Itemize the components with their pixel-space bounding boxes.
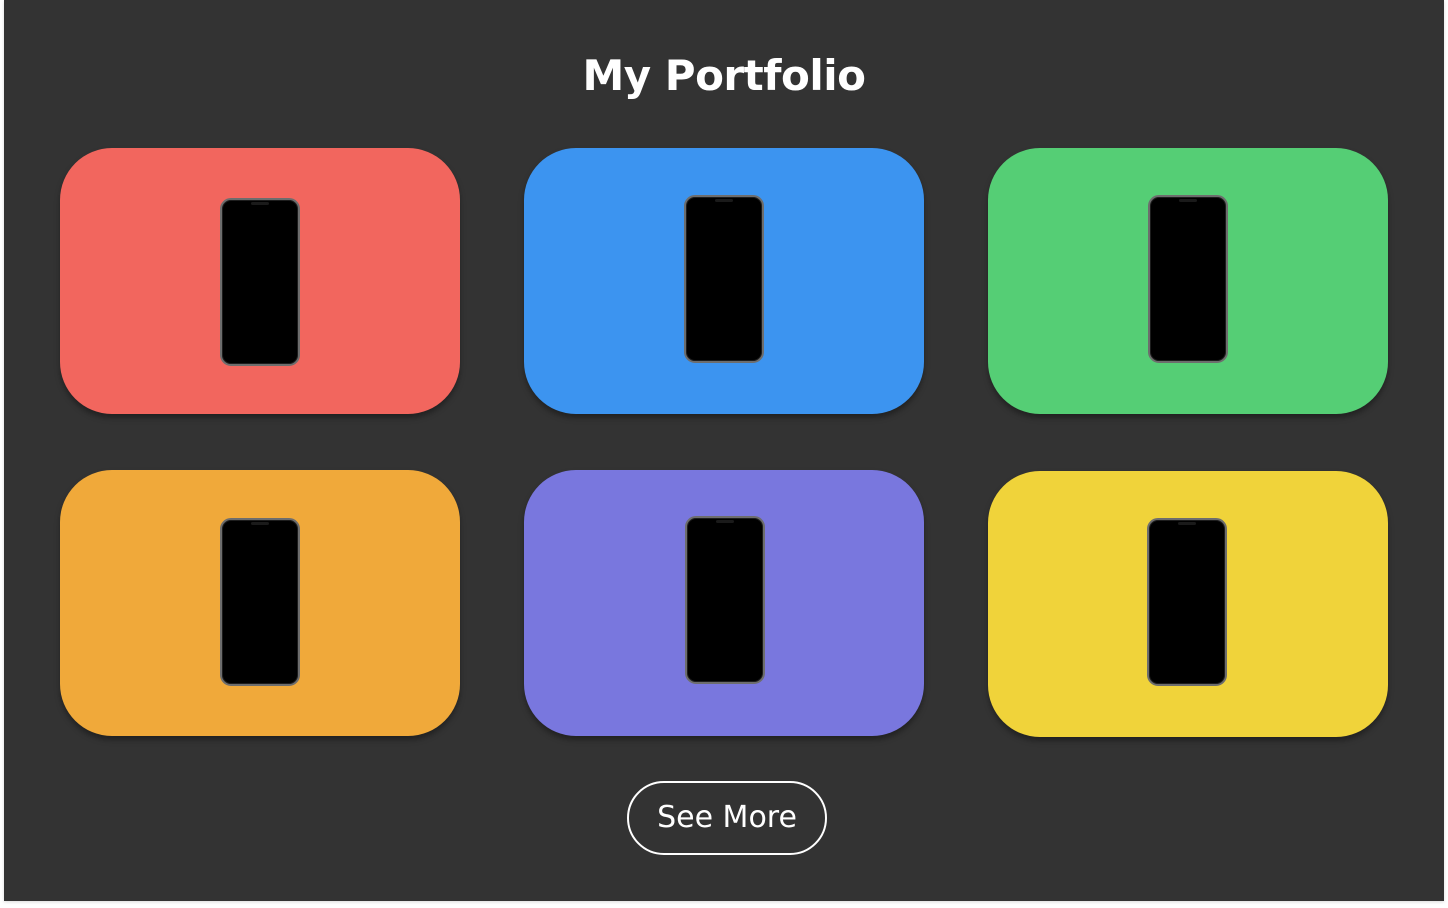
portfolio-section: My Portfolio See More	[4, 0, 1444, 901]
smartphone-icon	[1148, 195, 1228, 363]
smartphone-icon	[685, 516, 765, 684]
portfolio-card-3[interactable]	[988, 148, 1388, 414]
page-title: My Portfolio	[582, 51, 867, 100]
portfolio-card-6[interactable]	[988, 471, 1388, 737]
portfolio-card-1[interactable]	[60, 148, 460, 414]
portfolio-card-5[interactable]	[524, 470, 924, 736]
smartphone-icon	[684, 195, 764, 363]
smartphone-icon	[220, 198, 300, 366]
portfolio-card-4[interactable]	[60, 470, 460, 736]
smartphone-icon	[1147, 518, 1227, 686]
see-more-button[interactable]: See More	[627, 781, 827, 855]
smartphone-icon	[220, 518, 300, 686]
portfolio-card-2[interactable]	[524, 148, 924, 414]
